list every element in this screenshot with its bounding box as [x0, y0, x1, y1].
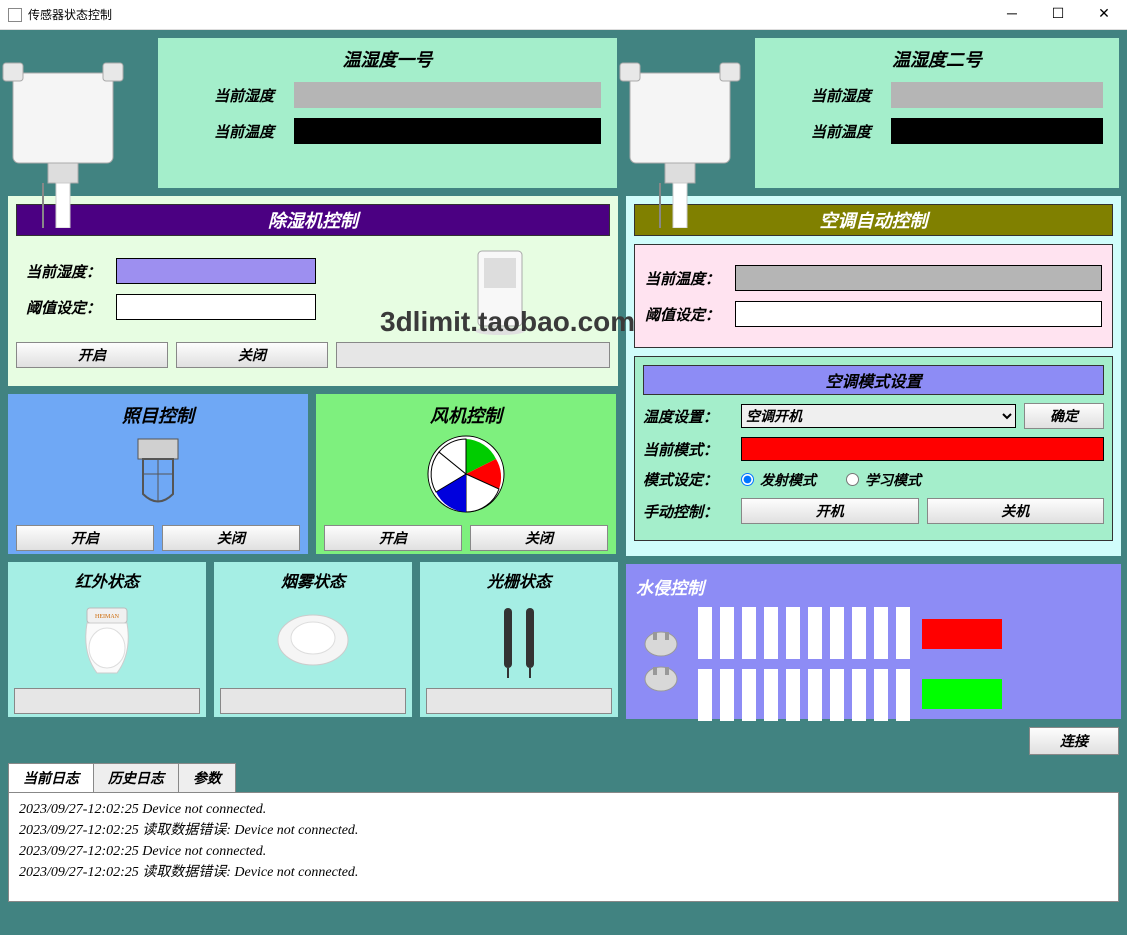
- ac-temp-value: [735, 265, 1102, 291]
- fan-panel: 风机控制 开启 关闭: [316, 394, 616, 554]
- log-line: 2023/09/27-12:02:25 Device not connected…: [19, 841, 1108, 862]
- sensor1-icon: [0, 48, 128, 228]
- ac-tempset-label: 温度设置：: [643, 406, 733, 427]
- log-line: 2023/09/27-12:02:25 读取数据错误: Device not c…: [19, 820, 1108, 841]
- water-bars-row1: [698, 607, 910, 659]
- maximize-button[interactable]: ☐: [1035, 0, 1081, 30]
- ac-panel: 空调自动控制 当前温度： 阈值设定： 空调模式设置 温度设置：: [626, 196, 1121, 556]
- th1-temp-label: 当前温度: [174, 121, 274, 142]
- close-button[interactable]: ✕: [1081, 0, 1127, 30]
- sensor2-icon: [615, 48, 745, 228]
- ac-mode-title: 空调模式设置: [643, 365, 1104, 395]
- light-panel: 照目控制 开启 关闭: [8, 394, 308, 554]
- light-title: 照目控制: [16, 402, 300, 428]
- log-line: 2023/09/27-12:02:25 Device not connected…: [19, 799, 1108, 820]
- ac-curmode-label: 当前模式：: [643, 439, 733, 460]
- app-icon: [8, 8, 22, 22]
- th1-humidity-label: 当前湿度: [174, 85, 274, 106]
- dehum-open-button[interactable]: 开启: [16, 342, 168, 368]
- light-open-button[interactable]: 开启: [16, 525, 154, 551]
- log-textarea[interactable]: 2023/09/27-12:02:25 Device not connected…: [8, 792, 1119, 902]
- ac-confirm-button[interactable]: 确定: [1024, 403, 1104, 429]
- smoke-title: 烟雾状态: [220, 568, 406, 592]
- th1-title: 温湿度一号: [174, 46, 601, 72]
- smoke-panel: 烟雾状态: [214, 562, 412, 717]
- ir-panel: 红外状态 HEIMAN: [8, 562, 206, 717]
- grating-status-bar: [426, 688, 612, 714]
- th2-temp-value: [891, 118, 1103, 144]
- water-title: 水侵控制: [636, 574, 1111, 599]
- ac-tempset-select[interactable]: 空调开机: [741, 404, 1016, 428]
- ir-title: 红外状态: [14, 568, 200, 592]
- dehum-humidity-value: [116, 258, 316, 284]
- connect-button[interactable]: 连接: [1029, 727, 1119, 755]
- window-title: 传感器状态控制: [28, 6, 112, 23]
- dehum-threshold-input[interactable]: [116, 294, 316, 320]
- log-line: 2023/09/27-12:02:25 读取数据错误: Device not c…: [19, 862, 1108, 883]
- dehum-status-bar: [336, 342, 610, 368]
- tab-current-log[interactable]: 当前日志: [8, 763, 94, 792]
- ac-modeset-label: 模式设定：: [643, 469, 733, 490]
- dehumidifier-icon: [470, 246, 530, 336]
- light-icon: [123, 434, 193, 514]
- water-panel: 水侵控制: [626, 564, 1121, 719]
- fan-open-button[interactable]: 开启: [324, 525, 462, 551]
- svg-text:HEIMAN: HEIMAN: [95, 614, 120, 620]
- smoke-sensor-icon: [273, 610, 353, 670]
- water-indicator-green: [922, 679, 1002, 709]
- ac-curmode-value: [741, 437, 1104, 461]
- tab-params[interactable]: 参数: [178, 763, 236, 792]
- ac-temp-label: 当前温度：: [645, 268, 735, 289]
- water-indicator-red: [922, 619, 1002, 649]
- fan-close-button[interactable]: 关闭: [470, 525, 608, 551]
- light-close-button[interactable]: 关闭: [162, 525, 300, 551]
- titlebar: 传感器状态控制 ─ ☐ ✕: [0, 0, 1127, 30]
- ir-status-bar: [14, 688, 200, 714]
- ac-radio-emit[interactable]: 发射模式: [741, 470, 816, 490]
- th1-humidity-value: [294, 82, 601, 108]
- grating-title: 光栅状态: [426, 568, 612, 592]
- tab-history-log[interactable]: 历史日志: [93, 763, 179, 792]
- th2-title: 温湿度二号: [771, 46, 1103, 72]
- ac-radio-learn[interactable]: 学习模式: [846, 470, 921, 490]
- dehum-close-button[interactable]: 关闭: [176, 342, 328, 368]
- th2-humidity-value: [891, 82, 1103, 108]
- water-sensor-icon: [636, 624, 686, 704]
- ac-threshold-input[interactable]: [735, 301, 1102, 327]
- grating-sensor-icon: [494, 600, 544, 680]
- ir-sensor-icon: HEIMAN: [72, 603, 142, 678]
- ac-threshold-label: 阈值设定：: [645, 304, 735, 325]
- dehum-humidity-label: 当前湿度：: [26, 261, 116, 282]
- dehum-threshold-label: 阈值设定：: [26, 297, 116, 318]
- th2-temp-label: 当前温度: [771, 121, 871, 142]
- fan-icon: [421, 434, 511, 514]
- water-bars-row2: [698, 669, 910, 721]
- fan-title: 风机控制: [324, 402, 608, 428]
- th1-temp-value: [294, 118, 601, 144]
- ac-on-button[interactable]: 开机: [741, 498, 919, 524]
- th2-humidity-label: 当前湿度: [771, 85, 871, 106]
- ac-manual-label: 手动控制：: [643, 501, 733, 522]
- grating-panel: 光栅状态: [420, 562, 618, 717]
- ac-off-button[interactable]: 关机: [927, 498, 1105, 524]
- minimize-button[interactable]: ─: [989, 0, 1035, 30]
- smoke-status-bar: [220, 688, 406, 714]
